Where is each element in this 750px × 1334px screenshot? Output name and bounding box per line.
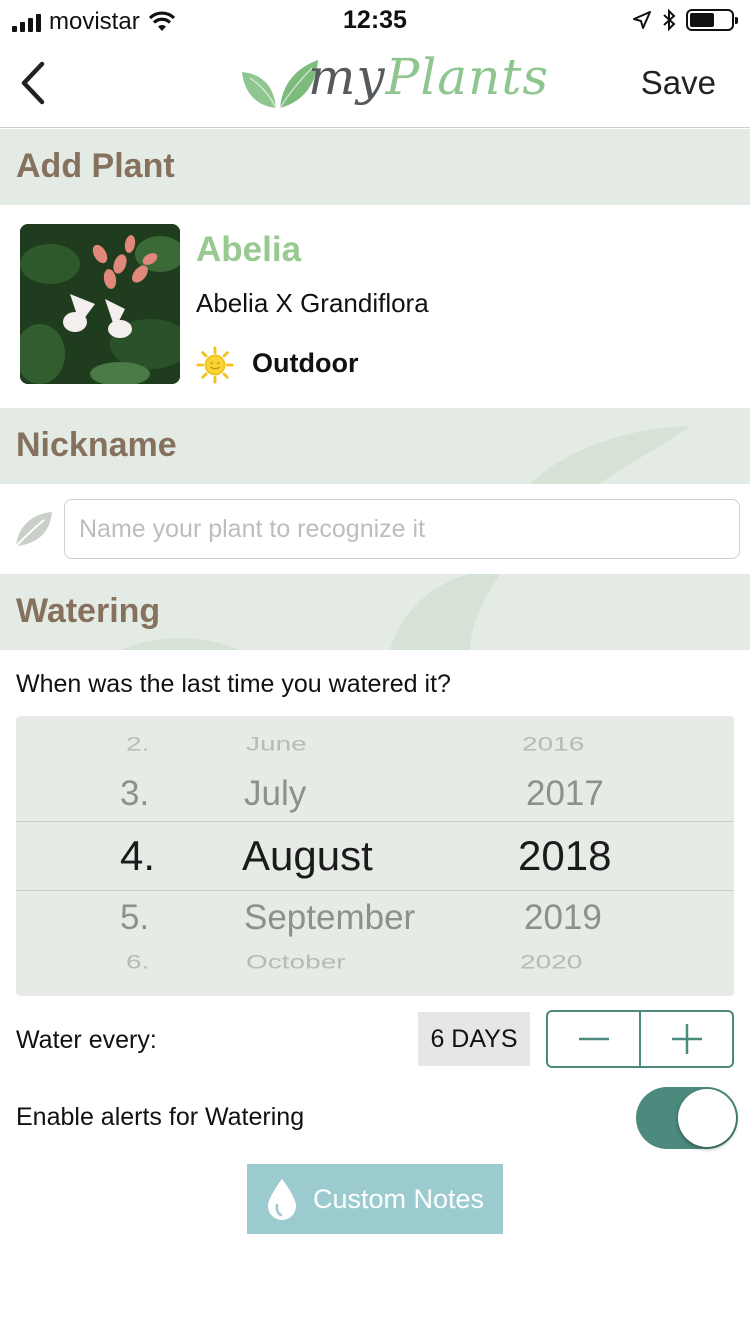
picker-month-selected[interactable]: August (242, 832, 373, 880)
bluetooth-icon (663, 8, 676, 32)
water-every-label: Water every: (16, 1026, 157, 1054)
nickname-title: Nickname (16, 426, 177, 464)
app-logo: myPlants (240, 46, 548, 122)
back-button[interactable] (14, 58, 54, 108)
picker-day-option[interactable]: 3. (120, 774, 149, 814)
sun-icon (196, 346, 234, 384)
last-watered-date-picker[interactable]: 2. 3. 4. 5. 6. June July August Septembe… (16, 716, 734, 996)
chevron-left-icon (21, 61, 45, 105)
watering-alerts-toggle[interactable] (636, 1087, 738, 1149)
picker-month-column[interactable]: June July August September October (242, 716, 472, 996)
logo-text: myPlants (308, 48, 549, 106)
navigation-bar: myPlants Save (0, 40, 750, 128)
status-right (632, 8, 738, 32)
plant-name: Abelia (196, 230, 302, 269)
minus-icon (578, 1037, 609, 1041)
plant-environment: Outdoor (252, 348, 359, 378)
increment-button[interactable] (639, 1012, 732, 1066)
last-watered-question: When was the last time you watered it? (16, 670, 451, 698)
picker-year-option[interactable]: 2017 (526, 774, 604, 814)
status-bar: movistar 12:35 (0, 0, 750, 40)
add-plant-section-header: Add Plant (0, 129, 750, 205)
picker-day-option[interactable]: 6. (126, 951, 149, 973)
toggle-knob (678, 1089, 736, 1147)
picker-year-column[interactable]: 2016 2017 2018 2019 2020 (516, 716, 636, 996)
plant-scientific-name: Abelia X Grandiflora (196, 288, 429, 318)
water-drop-icon (268, 1179, 296, 1220)
leaf-icon (15, 512, 52, 547)
picker-year-option[interactable]: 2016 (522, 733, 584, 755)
picker-day-option[interactable]: 5. (120, 898, 149, 938)
picker-day-selected[interactable]: 4. (120, 832, 155, 880)
plant-photo (20, 224, 180, 384)
save-button[interactable]: Save (641, 64, 716, 102)
logo-my: my (308, 48, 386, 106)
picker-month-option[interactable]: September (244, 898, 415, 938)
custom-notes-button[interactable]: Custom Notes (247, 1164, 503, 1234)
picker-month-option[interactable]: October (246, 951, 346, 973)
watering-section-header: Watering (0, 574, 750, 650)
watering-alerts-label: Enable alerts for Watering (16, 1103, 305, 1131)
water-interval-stepper[interactable] (546, 1010, 734, 1068)
picker-year-option[interactable]: 2019 (524, 898, 602, 938)
picker-year-selected[interactable]: 2018 (518, 832, 611, 880)
picker-month-option[interactable]: June (246, 733, 307, 755)
location-icon (633, 11, 651, 29)
custom-notes-label: Custom Notes (313, 1183, 485, 1214)
picker-month-option[interactable]: July (244, 774, 306, 814)
nickname-input[interactable] (64, 499, 740, 559)
plant-photo-image (20, 224, 180, 384)
picker-year-option[interactable]: 2020 (520, 951, 582, 973)
water-interval-value: 6 DAYS (418, 1012, 530, 1066)
add-plant-title: Add Plant (16, 147, 175, 185)
decrement-button[interactable] (548, 1012, 639, 1066)
logo-plants: Plants (385, 48, 550, 106)
battery-icon (686, 9, 738, 31)
plus-icon (671, 1024, 702, 1054)
picker-day-option[interactable]: 2. (126, 733, 149, 755)
nickname-section-header: Nickname (0, 408, 750, 484)
watering-title: Watering (16, 592, 161, 630)
picker-day-column[interactable]: 2. 3. 4. 5. 6. (120, 716, 180, 996)
